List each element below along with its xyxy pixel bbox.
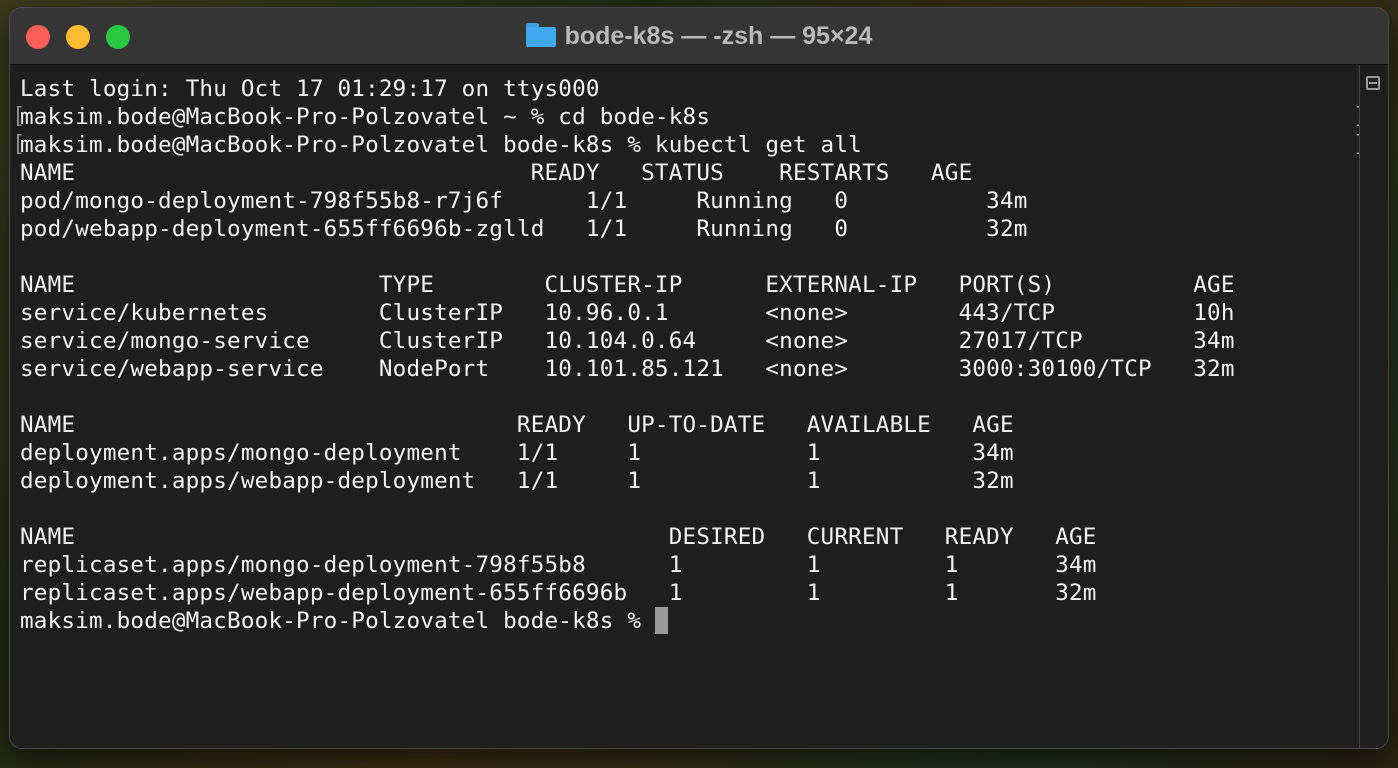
terminal-output[interactable]: Last login: Thu Oct 17 01:29:17 on ttys0… <box>12 75 1366 635</box>
mark-bracket-left: [ <box>12 132 26 157</box>
pods-header: NAME READY STATUS RESTARTS AGE <box>20 160 973 186</box>
terminal-line: [maksim.bode@MacBook-Pro-Polzovatel bode… <box>12 131 1366 159</box>
terminal-line: [maksim.bode@MacBook-Pro-Polzovatel ~ % … <box>12 103 1366 131</box>
deployment-row: deployment.apps/webapp-deployment 1/1 1 … <box>20 468 1014 494</box>
prompt-text: maksim.bode@MacBook-Pro-Polzovatel bode-… <box>20 608 655 634</box>
mark-bracket-left: [ <box>12 104 26 129</box>
services-header: NAME TYPE CLUSTER-IP EXTERNAL-IP PORT(S)… <box>20 272 1235 298</box>
folder-icon <box>525 23 556 47</box>
prompt-line[interactable]: maksim.bode@MacBook-Pro-Polzovatel bode-… <box>20 607 1360 635</box>
deployment-row: deployment.apps/mongo-deployment 1/1 1 1… <box>20 440 1014 466</box>
pod-row: pod/mongo-deployment-798f55b8-r7j6f 1/1 … <box>20 188 1028 214</box>
window-title-text: bode-k8s — -zsh — 95×24 <box>564 22 873 50</box>
split-pane-icon[interactable] <box>1366 76 1380 90</box>
service-row: service/kubernetes ClusterIP 10.96.0.1 <… <box>20 300 1235 326</box>
replicasets-header: NAME DESIRED CURRENT READY AGE <box>20 524 1097 550</box>
terminal-window: bode-k8s — -zsh — 95×24 Last login: Thu … <box>10 8 1388 748</box>
service-row: service/mongo-service ClusterIP 10.104.0… <box>20 328 1235 354</box>
replicaset-row: replicaset.apps/webapp-deployment-655ff6… <box>20 580 1097 606</box>
deployments-header: NAME READY UP-TO-DATE AVAILABLE AGE <box>20 412 1014 438</box>
title-bar[interactable]: bode-k8s — -zsh — 95×24 <box>10 8 1388 65</box>
pod-row: pod/webapp-deployment-655ff6696b-zglld 1… <box>20 216 1028 242</box>
terminal-line: Last login: Thu Oct 17 01:29:17 on ttys0… <box>20 76 600 102</box>
command-text: maksim.bode@MacBook-Pro-Polzovatel ~ % c… <box>20 104 711 130</box>
window-title: bode-k8s — -zsh — 95×24 <box>10 22 1388 51</box>
command-text: maksim.bode@MacBook-Pro-Polzovatel bode-… <box>20 132 862 158</box>
terminal-content[interactable]: Last login: Thu Oct 17 01:29:17 on ttys0… <box>10 65 1388 748</box>
service-row: service/webapp-service NodePort 10.101.8… <box>20 356 1235 382</box>
scrollbar[interactable] <box>1359 65 1388 748</box>
replicaset-row: replicaset.apps/mongo-deployment-798f55b… <box>20 552 1097 578</box>
text-cursor <box>654 607 668 634</box>
